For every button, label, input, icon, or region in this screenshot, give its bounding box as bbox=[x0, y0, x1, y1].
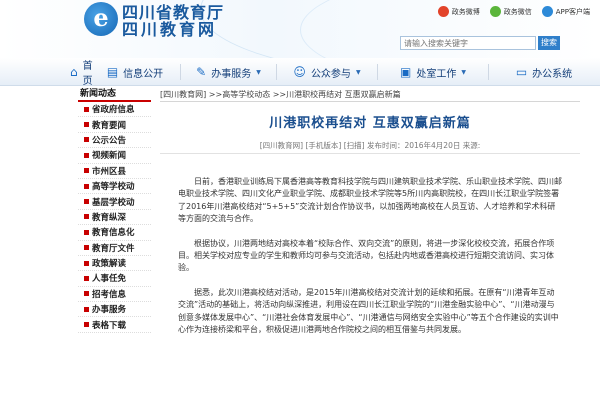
sidebar: 新闻动态 省政府信息 教育要闻 公示公告 视频新闻 市州区县 高等学校动 基层学… bbox=[78, 88, 151, 413]
nav-info-public[interactable]: ▤ 信息公开 bbox=[90, 58, 180, 86]
bullet-icon bbox=[84, 122, 89, 128]
weibo-link-label: 政务微博 bbox=[451, 7, 480, 16]
sidebar-item[interactable]: 省政府信息 bbox=[78, 102, 151, 118]
app-icon bbox=[541, 6, 553, 17]
sidebar-item-label: 教育信息化 bbox=[92, 228, 135, 239]
sidebar-item-label: 教育要闻 bbox=[92, 120, 127, 131]
weibo-icon bbox=[437, 6, 449, 17]
bullet-icon bbox=[84, 214, 89, 220]
app-link-label: APP客户端 bbox=[555, 7, 590, 16]
bullet-icon bbox=[84, 245, 89, 251]
bullet-icon bbox=[84, 106, 89, 112]
service-icon: ✎ bbox=[196, 65, 207, 79]
sidebar-item-label: 办事服务 bbox=[92, 305, 127, 316]
bullet-icon bbox=[84, 137, 89, 143]
bullet-icon bbox=[84, 229, 89, 235]
chevron-down-icon: ▼ bbox=[355, 68, 361, 76]
sidebar-item-label: 教育纵深 bbox=[92, 212, 127, 223]
sidebar-item[interactable]: 教育信息化 bbox=[78, 225, 151, 241]
article-paragraph: 日前，香港职业训练局下属香港高等教育科技学院与四川建筑职业技术学院、乐山职业技术… bbox=[178, 177, 562, 224]
header-links: 政务微博 政务微信 APP客户端 bbox=[437, 6, 590, 17]
bullet-icon bbox=[84, 183, 89, 189]
article-paragraph: 据悉，此次川港高校结对活动，是2015年川港高校结对交流计划的延续和拓展。在原有… bbox=[178, 287, 559, 335]
nav-home[interactable]: ⌂ 首 页 bbox=[0, 58, 93, 87]
bullet-icon bbox=[84, 306, 89, 312]
site-name-line-2: 四川教育网 bbox=[122, 20, 218, 39]
sidebar-item[interactable]: 教育纵深 bbox=[78, 210, 151, 226]
bullet-icon bbox=[84, 275, 89, 281]
nav-office-system-label: 办公系统 bbox=[532, 68, 573, 80]
sidebar-title: 新闻动态 bbox=[78, 88, 151, 102]
chevron-down-icon: ▼ bbox=[461, 68, 466, 76]
sidebar-item-label: 招考信息 bbox=[92, 289, 127, 300]
main-nav: ⌂ 首 页 ▤ 信息公开 ✎ 办事服务 ▼ ☺ 公众参与 ▼ ▣ 处室工作 ▼ … bbox=[0, 58, 600, 87]
bullet-icon bbox=[84, 152, 89, 158]
sidebar-item[interactable]: 政策解读 bbox=[78, 256, 151, 272]
sidebar-item-label: 教育厅文件 bbox=[92, 243, 135, 254]
sidebar-item-label: 公示公告 bbox=[92, 135, 127, 146]
nav-info-public-label: 信息公开 bbox=[123, 68, 164, 80]
weibo-link[interactable]: 政务微博 bbox=[437, 6, 480, 17]
wechat-link[interactable]: 政务微信 bbox=[489, 6, 532, 17]
site-logo[interactable]: e bbox=[84, 2, 118, 36]
article-area: [四川教育网] >>高等学校动态 >>川港职校再结对 互惠双赢启新篇 川港职校再… bbox=[160, 88, 580, 413]
sidebar-item-label: 政策解读 bbox=[92, 259, 127, 270]
sidebar-item[interactable]: 高等学校动 bbox=[78, 179, 151, 195]
nav-office-system[interactable]: ▭ 办公系统 bbox=[489, 58, 599, 86]
sidebar-item[interactable]: 视频新闻 bbox=[78, 148, 151, 164]
sidebar-item[interactable]: 教育厅文件 bbox=[78, 241, 151, 256]
folder-icon: ▣ bbox=[400, 65, 412, 79]
nav-public-participation-label: 公众参与 bbox=[310, 68, 351, 80]
bullet-icon bbox=[84, 199, 89, 205]
bullet-icon bbox=[84, 168, 89, 174]
breadcrumb[interactable]: [四川教育网] >>高等学校动态 >>川港职校再结对 互惠双赢启新篇 bbox=[160, 88, 580, 102]
bullet-icon bbox=[84, 260, 89, 266]
document-icon: ▤ bbox=[106, 65, 119, 79]
wechat-icon bbox=[489, 6, 501, 17]
site-header: e 四川省教育厅 四川教育网 政务微博 政务微信 APP客户端 搜索 bbox=[0, 0, 600, 58]
wechat-link-label: 政务微信 bbox=[503, 7, 532, 16]
nav-public-participation[interactable]: ☺ 公众参与 ▼ bbox=[277, 58, 377, 86]
sidebar-item-label: 省政府信息 bbox=[92, 105, 135, 116]
bullet-icon bbox=[84, 291, 89, 297]
nav-services[interactable]: ✎ 办事服务 ▼ bbox=[181, 58, 276, 86]
site-name: 四川省教育厅 四川教育网 bbox=[122, 4, 224, 38]
nav-department-work[interactable]: ▣ 处室工作 ▼ bbox=[378, 58, 488, 86]
sidebar-item-label: 人事任免 bbox=[92, 274, 127, 285]
sidebar-item-label: 市州区县 bbox=[92, 166, 127, 177]
nav-department-work-label: 处室工作 bbox=[416, 68, 457, 80]
bullet-icon bbox=[84, 322, 89, 328]
sidebar-item[interactable]: 教育要闻 bbox=[78, 117, 151, 133]
people-icon: ☺ bbox=[293, 65, 306, 79]
sidebar-item[interactable]: 人事任免 bbox=[78, 271, 151, 287]
sidebar-list: 省政府信息 教育要闻 公示公告 视频新闻 市州区县 高等学校动 基层学校动 教育… bbox=[78, 102, 151, 333]
search-input[interactable] bbox=[400, 36, 536, 50]
sidebar-item-label: 高等学校动 bbox=[92, 182, 135, 193]
sidebar-item-label: 表格下载 bbox=[92, 320, 127, 331]
chevron-down-icon: ▼ bbox=[256, 68, 261, 76]
article-meta: [四川教育网] [手机版本] [扫描] 发布时间：2016年4月20日 来源: bbox=[160, 140, 580, 154]
nav-services-label: 办事服务 bbox=[211, 68, 252, 80]
sidebar-item[interactable]: 市州区县 bbox=[78, 164, 151, 179]
sidebar-item[interactable]: 办事服务 bbox=[78, 302, 151, 318]
article-body: 日前，香港职业训练局下属香港高等教育科技学院与四川建筑职业技术学院、乐山职业技术… bbox=[160, 176, 580, 336]
monitor-icon: ▭ bbox=[515, 65, 528, 79]
sidebar-item[interactable]: 表格下载 bbox=[78, 317, 151, 333]
home-icon: ⌂ bbox=[70, 65, 78, 79]
sidebar-item-label: 视频新闻 bbox=[92, 151, 127, 162]
app-link[interactable]: APP客户端 bbox=[541, 6, 590, 17]
article-paragraph: 根据协议，川港两地结对高校本着“校际合作、双向交流”的原则，将进一步深化校校交流… bbox=[178, 238, 555, 273]
site-name-line-1: 四川省教育厅 bbox=[122, 3, 225, 22]
search-button[interactable]: 搜索 bbox=[538, 36, 560, 50]
sidebar-item-label: 基层学校动 bbox=[92, 197, 135, 208]
sidebar-item[interactable]: 基层学校动 bbox=[78, 194, 151, 210]
sidebar-item[interactable]: 招考信息 bbox=[78, 287, 151, 303]
sidebar-item[interactable]: 公示公告 bbox=[78, 133, 151, 149]
article-title: 川港职校再结对 互惠双赢启新篇 bbox=[269, 116, 471, 131]
